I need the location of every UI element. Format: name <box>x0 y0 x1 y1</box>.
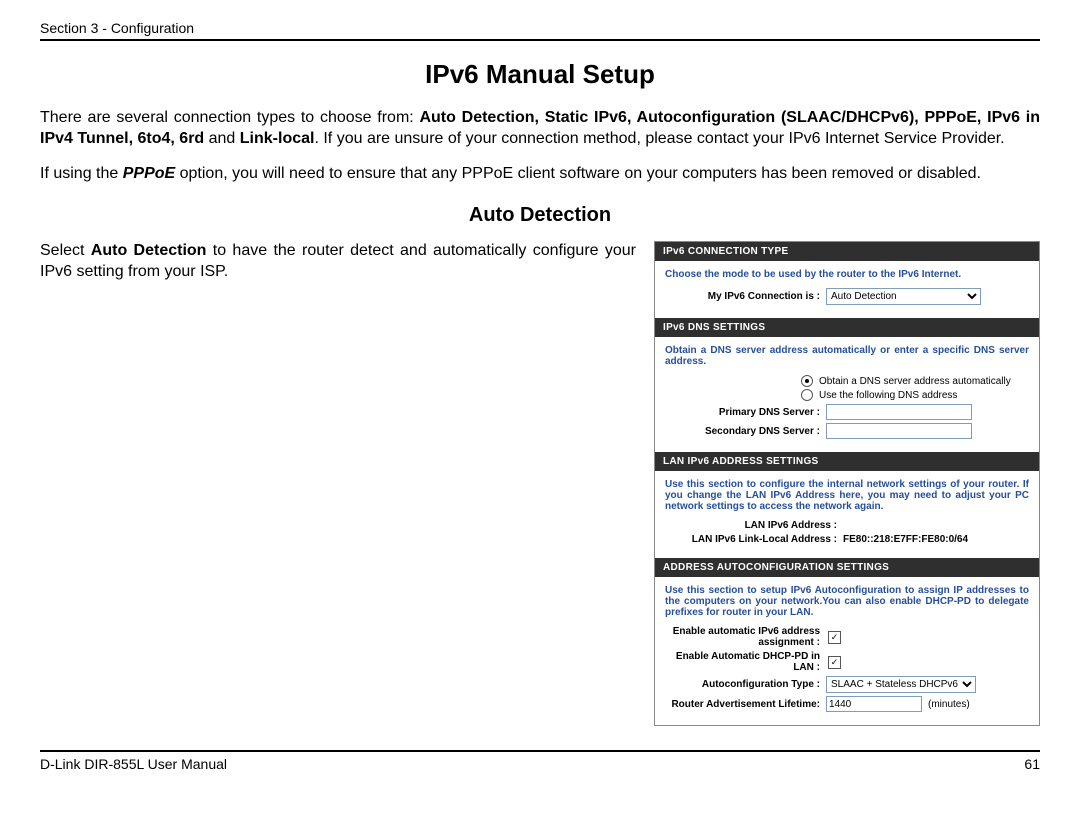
intro-tail: . If you are unsure of your connection m… <box>314 130 1004 147</box>
ra-unit: (minutes) <box>928 699 970 710</box>
footer-left: D-Link DIR-855L User Manual <box>40 756 227 772</box>
autodetect-paragraph: Select Auto Detection to have the router… <box>40 241 636 283</box>
pppoe-tail: option, you will need to ensure that any… <box>175 165 981 182</box>
footer-page: 61 <box>1024 756 1040 772</box>
panel-header-connection: IPv6 CONNECTION TYPE <box>655 242 1039 261</box>
autodetect-term: Auto Detection <box>91 242 207 259</box>
dns-radio-auto-label: Obtain a DNS server address automaticall… <box>819 376 1011 387</box>
dns-radio-auto[interactable]: Obtain a DNS server address automaticall… <box>801 375 1029 387</box>
panel-header-dns: IPv6 DNS SETTINGS <box>655 318 1039 337</box>
sub-title: Auto Detection <box>40 204 1040 227</box>
intro-and: and <box>204 130 240 147</box>
intro-paragraph: There are several connection types to ch… <box>40 108 1040 150</box>
page-footer: D-Link DIR-855L User Manual 61 <box>40 750 1040 772</box>
dns-instr: Obtain a DNS server address automaticall… <box>665 345 1029 367</box>
ra-lifetime-input[interactable] <box>826 696 922 712</box>
pppoe-lead: If using the <box>40 165 123 182</box>
intro-last: Link-local <box>240 130 315 147</box>
autoconf-type-select[interactable]: SLAAC + Stateless DHCPv6 <box>826 676 976 693</box>
radio-icon <box>801 375 813 387</box>
dns-radio-manual-label: Use the following DNS address <box>819 390 957 401</box>
conn-instr: Choose the mode to be used by the router… <box>665 269 1029 280</box>
enable-auto-label: Enable automatic IPv6 address assignment… <box>665 626 826 648</box>
conn-label: My IPv6 Connection is : <box>665 291 826 302</box>
enable-pd-checkbox[interactable] <box>828 656 841 669</box>
autoconf-type-label: Autoconfiguration Type : <box>665 679 826 690</box>
dns-primary-input[interactable] <box>826 404 972 420</box>
intro-lead: There are several connection types to ch… <box>40 109 419 126</box>
pppoe-paragraph: If using the PPPoE option, you will need… <box>40 164 1040 185</box>
config-panel: IPv6 CONNECTION TYPE Choose the mode to … <box>654 241 1040 726</box>
lan-link-value: FE80::218:E7FF:FE80:0/64 <box>843 534 968 545</box>
panel-header-autoconf: ADDRESS AUTOCONFIGURATION SETTINGS <box>655 558 1039 577</box>
radio-icon <box>801 389 813 401</box>
enable-pd-label: Enable Automatic DHCP-PD in LAN : <box>665 651 826 673</box>
page-title: IPv6 Manual Setup <box>40 59 1040 90</box>
ra-lifetime-label: Router Advertisement Lifetime: <box>665 699 826 710</box>
enable-auto-checkbox[interactable] <box>828 631 841 644</box>
pppoe-term: PPPoE <box>123 165 175 182</box>
lan-instr: Use this section to configure the intern… <box>665 479 1029 512</box>
section-header: Section 3 - Configuration <box>40 20 1040 41</box>
autoconf-instr: Use this section to setup IPv6 Autoconfi… <box>665 585 1029 618</box>
autodetect-lead: Select <box>40 242 91 259</box>
dns-secondary-label: Secondary DNS Server : <box>665 426 826 437</box>
lan-link-label: LAN IPv6 Link-Local Address : <box>665 534 843 545</box>
lan-addr-label: LAN IPv6 Address : <box>665 520 843 531</box>
dns-primary-label: Primary DNS Server : <box>665 407 826 418</box>
conn-select[interactable]: Auto Detection <box>826 288 981 305</box>
panel-header-lan: LAN IPv6 ADDRESS SETTINGS <box>655 452 1039 471</box>
dns-radio-manual[interactable]: Use the following DNS address <box>801 389 1029 401</box>
dns-secondary-input[interactable] <box>826 423 972 439</box>
